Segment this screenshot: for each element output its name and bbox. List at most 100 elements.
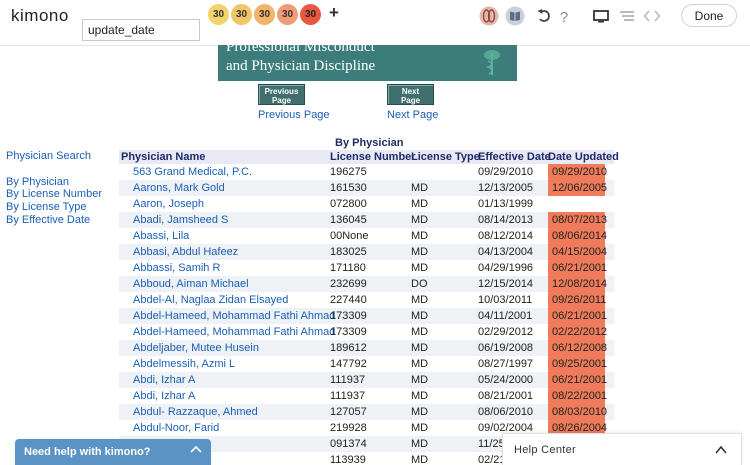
- list-icon[interactable]: [618, 7, 636, 25]
- physician-name-link[interactable]: Abdi, Izhar A: [133, 388, 195, 404]
- effective-date-cell: 09/29/2010: [478, 166, 534, 178]
- license-type-cell: MD: [411, 182, 429, 194]
- license-number-cell: 232699: [330, 278, 367, 290]
- physician-name-link[interactable]: Aaron, Joseph: [133, 196, 204, 212]
- book-icon[interactable]: [505, 6, 525, 26]
- property-bubble-2[interactable]: 30: [231, 4, 252, 25]
- license-number-cell: 111937: [330, 390, 366, 402]
- effective-date-cell: 08/12/2014: [478, 230, 534, 242]
- chevron-up-icon[interactable]: [715, 445, 727, 454]
- physician-name-link[interactable]: Abbasi, Abdul Hafeez: [133, 244, 238, 260]
- pair-toggle-icon[interactable]: [479, 6, 499, 26]
- license-type-cell: MD: [411, 198, 429, 210]
- table-row: Abboud, Aiman Michael 232699 DO 12/15/2014 1…: [119, 276, 614, 292]
- physician-name-link[interactable]: Abdul-Noor, Farid: [133, 420, 219, 436]
- license-type-cell: MD: [411, 374, 429, 386]
- physician-name-link[interactable]: Abdel-Hameed, Mohammad Fathi Ahmad: [133, 324, 335, 340]
- previous-page-button[interactable]: Previous Page: [258, 84, 305, 105]
- code-icon[interactable]: [643, 7, 661, 25]
- kimono-logo: kimono: [11, 6, 69, 25]
- license-type-cell: MD: [411, 214, 429, 226]
- date-updated-cell: 02/22/2012: [548, 324, 607, 340]
- nav-by-effective-date[interactable]: By Effective Date: [6, 214, 90, 226]
- date-updated-cell: 08/06/2014: [548, 228, 607, 244]
- done-button[interactable]: Done: [681, 4, 737, 27]
- banner-line-1: Professional Misconduct: [226, 45, 375, 55]
- property-bubble-3[interactable]: 30: [254, 4, 275, 25]
- table-row: Abdel-Al, Naglaa Zidan Elsayed 227440 MD 10…: [119, 292, 614, 308]
- date-updated-cell: 08/07/2013: [548, 212, 607, 228]
- help-icon[interactable]: ?: [555, 7, 573, 25]
- effective-date-cell: 02/29/2012: [478, 326, 534, 338]
- table-row: 563 Grand Medical, P.C. 196275 09/29/2010 0…: [119, 164, 614, 180]
- effective-date-cell: 04/29/1996: [478, 262, 534, 274]
- effective-date-cell: 08/06/2010: [478, 406, 534, 418]
- nav-physician-search[interactable]: Physician Search: [6, 150, 91, 162]
- physician-name-link[interactable]: 563 Grand Medical, P.C.: [133, 164, 252, 180]
- license-type-cell: MD: [411, 262, 429, 274]
- page-banner: Professional Misconduct and Physician Di…: [218, 45, 517, 81]
- license-type-cell: MD: [411, 326, 429, 338]
- license-number-cell: 173309: [330, 310, 367, 322]
- license-type-cell: MD: [411, 246, 429, 258]
- date-updated-cell: 09/25/2001: [548, 356, 607, 372]
- desktop-icon[interactable]: [592, 7, 610, 25]
- physician-name-link[interactable]: Abdel-Hameed, Mohammad Fathi Ahmad: [133, 308, 335, 324]
- physician-name-link[interactable]: Abadi, Jamsheed S: [133, 212, 228, 228]
- license-number-cell: 111937: [330, 374, 366, 386]
- physician-name-link[interactable]: Aarons, Mark Gold: [133, 180, 225, 196]
- license-number-cell: 171180: [330, 262, 366, 274]
- chevron-up-icon[interactable]: [190, 444, 202, 454]
- physician-name-link[interactable]: Abdi, Izhar A: [133, 372, 195, 388]
- license-number-cell: 227440: [330, 294, 367, 306]
- table-row: Abdel-Hameed, Mohammad Fathi Ahmad 173309…: [119, 308, 614, 324]
- physician-name-link[interactable]: Abassi, Lila: [133, 228, 189, 244]
- property-bubble-5[interactable]: 30: [300, 4, 321, 25]
- next-page-link[interactable]: Next Page: [387, 109, 438, 121]
- effective-date-cell: 10/03/2011: [478, 294, 533, 306]
- previous-page-link[interactable]: Previous Page: [258, 109, 330, 121]
- table-row: Aaron, Joseph 072800 MD 01/13/1999: [119, 196, 614, 212]
- date-updated-cell: 09/29/2010: [548, 164, 607, 180]
- header-license-number: License Number: [330, 151, 416, 163]
- physician-name-link[interactable]: Abdelmessih, Azmi L: [133, 356, 235, 372]
- nav-by-license-number[interactable]: By License Number: [6, 188, 102, 200]
- physician-name-link[interactable]: Abdeljaber, Mutee Husein: [133, 340, 259, 356]
- physician-name-link[interactable]: Abdul- Razzaque, Ahmed: [133, 404, 258, 420]
- help-chat-widget[interactable]: Need help with kimono?: [15, 439, 211, 465]
- license-number-cell: 136045: [330, 214, 367, 226]
- help-center-widget[interactable]: Help Center: [502, 433, 742, 465]
- undo-icon[interactable]: [536, 7, 554, 25]
- date-updated-cell: 12/06/2005: [548, 180, 607, 196]
- license-type-cell: MD: [411, 422, 429, 434]
- add-property-button[interactable]: +: [329, 3, 339, 23]
- effective-date-cell: 12/15/2014: [478, 278, 534, 290]
- nav-by-physician[interactable]: By Physician: [6, 176, 69, 188]
- banner-line-2: and Physician Discipline: [226, 58, 376, 74]
- table-row: Abadi, Jamsheed S 136045 MD 08/14/2013 08/07…: [119, 212, 614, 228]
- caduceus-icon: [484, 50, 500, 75]
- license-number-cell: 189612: [330, 342, 367, 354]
- physician-name-link[interactable]: Abdel-Al, Naglaa Zidan Elsayed: [133, 292, 288, 308]
- license-number-cell: 091374: [330, 438, 367, 450]
- date-updated-cell: 06/21/2001: [548, 308, 607, 324]
- license-number-cell: 00None: [330, 230, 369, 242]
- effective-date-cell: 08/21/2001: [478, 390, 534, 402]
- license-type-cell: MD: [411, 294, 429, 306]
- physician-name-link[interactable]: Abboud, Aiman Michael: [133, 276, 249, 292]
- header-effective-date: Effective Date: [478, 151, 551, 163]
- nav-by-license-type[interactable]: By License Type: [6, 201, 87, 213]
- license-number-cell: 219928: [330, 422, 367, 434]
- table-row: Aarons, Mark Gold 161530 MD 12/13/2005 12/06…: [119, 180, 614, 196]
- effective-date-cell: 08/27/1997: [478, 358, 534, 370]
- license-type-cell: MD: [411, 310, 429, 322]
- property-name-input[interactable]: [82, 19, 200, 41]
- kimono-toolbar: kimono 30 30 30 30 30 + ? Done: [0, 0, 750, 46]
- table-row: Abdelmessih, Azmi L 147792 MD 08/27/1997 09/…: [119, 356, 614, 372]
- table-row: Abdul- Razzaque, Ahmed 127057 MD 08/06/2010…: [119, 404, 614, 420]
- effective-date-cell: 04/13/2004: [478, 246, 534, 258]
- property-bubble-1[interactable]: 30: [208, 4, 229, 25]
- property-bubble-4[interactable]: 30: [277, 4, 298, 25]
- next-page-button[interactable]: Next Page: [387, 84, 434, 105]
- physician-name-link[interactable]: Abbassi, Samih R: [133, 260, 220, 276]
